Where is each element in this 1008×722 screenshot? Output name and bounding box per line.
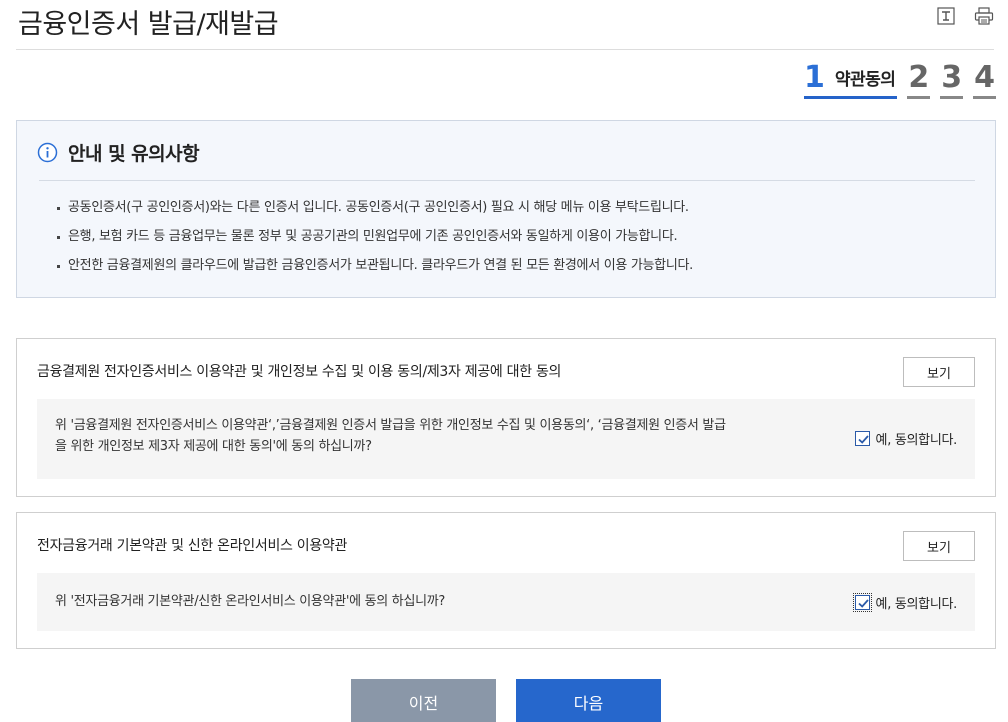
agreement-question: 위 '전자금융거래 기본약관/신한 온라인서비스 이용약관'에 동의 하십니까? — [55, 594, 446, 609]
agreement-box-1: 금융결제원 전자인증서비스 이용약관 및 개인정보 수집 및 이용 동의/제3자… — [16, 338, 996, 497]
step-2: 2 — [907, 60, 931, 99]
notice-item: 은행, 보험 카드 등 금융업무는 물론 정부 및 공공기관의 민원업무에 기존… — [57, 228, 693, 257]
prev-button[interactable]: 이전 — [351, 679, 496, 722]
notice-header: 안내 및 유의사항 — [37, 139, 200, 166]
notice-divider — [39, 180, 975, 181]
notice-title: 안내 및 유의사항 — [68, 143, 200, 165]
agreement-question: 위 '금융결제원 전자인증서비스 이용약관‘,’금융결제원 인증서 발급을 위한… — [55, 415, 775, 457]
page-title: 금융인증서 발급/재발급 — [18, 9, 279, 40]
top-tools — [936, 6, 994, 26]
next-button[interactable]: 다음 — [516, 679, 661, 722]
agreement-question-line: 을 위한 개인정보 제3자 제공에 대한 동의'에 동의 하십니까? — [55, 439, 372, 454]
agreement-title: 전자금융거래 기본약관 및 신한 온라인서비스 이용약관 — [37, 538, 348, 554]
step-number: 1 — [803, 60, 825, 95]
agreement-question-panel: 위 '전자금융거래 기본약관/신한 온라인서비스 이용약관'에 동의 하십니까?… — [37, 573, 975, 631]
checkbox-label: 예, 동의합니다. — [875, 433, 958, 448]
step-number: 2 — [908, 60, 930, 95]
step-3: 3 — [940, 60, 964, 99]
agreement-box-2: 전자금융거래 기본약관 및 신한 온라인서비스 이용약관 보기 위 '전자금융거… — [16, 512, 996, 649]
step-label: 약관동의 — [834, 70, 896, 90]
check-icon — [857, 599, 869, 608]
step-1-active: 1 약관동의 — [803, 60, 898, 99]
agreement-question-line: 위 '금융결제원 전자인증서비스 이용약관‘,’금융결제원 인증서 발급을 위한… — [55, 418, 726, 433]
agreement-question-panel: 위 '금융결제원 전자인증서비스 이용약관‘,’금융결제원 인증서 발급을 위한… — [37, 399, 975, 479]
view-terms-button[interactable]: 보기 — [903, 357, 975, 387]
view-terms-button[interactable]: 보기 — [903, 531, 975, 561]
notice-item: 공동인증서(구 공인인증서)와는 다른 인증서 입니다. 공동인증서(구 공인인… — [57, 199, 693, 228]
step-number: 3 — [941, 60, 963, 95]
checkbox[interactable] — [854, 431, 870, 446]
notice-panel: 안내 및 유의사항 공동인증서(구 공인인증서)와는 다른 인증서 입니다. 공… — [16, 120, 996, 298]
notice-list: 공동인증서(구 공인인증서)와는 다른 인증서 입니다. 공동인증서(구 공인인… — [57, 199, 693, 286]
agree-checkbox-2[interactable]: 예, 동의합니다. — [852, 593, 958, 612]
title-divider — [16, 49, 994, 50]
print-icon[interactable] — [974, 6, 994, 26]
checkbox-label: 예, 동의합니다. — [875, 597, 958, 612]
font-size-icon[interactable] — [936, 6, 956, 26]
step-indicator: 1 약관동의 2 3 4 — [803, 60, 996, 99]
step-number: 4 — [974, 60, 995, 95]
info-icon — [37, 142, 58, 163]
checkbox[interactable] — [852, 593, 872, 612]
agreement-title: 금융결제원 전자인증서비스 이용약관 및 개인정보 수집 및 이용 동의/제3자… — [37, 364, 562, 380]
check-icon — [857, 435, 869, 444]
agree-checkbox-1[interactable]: 예, 동의합니다. — [854, 429, 958, 448]
step-4: 4 — [973, 62, 996, 99]
notice-item: 안전한 금융결제원의 클라우드에 발급한 금융인증서가 보관됩니다. 클라우드가… — [57, 257, 693, 286]
